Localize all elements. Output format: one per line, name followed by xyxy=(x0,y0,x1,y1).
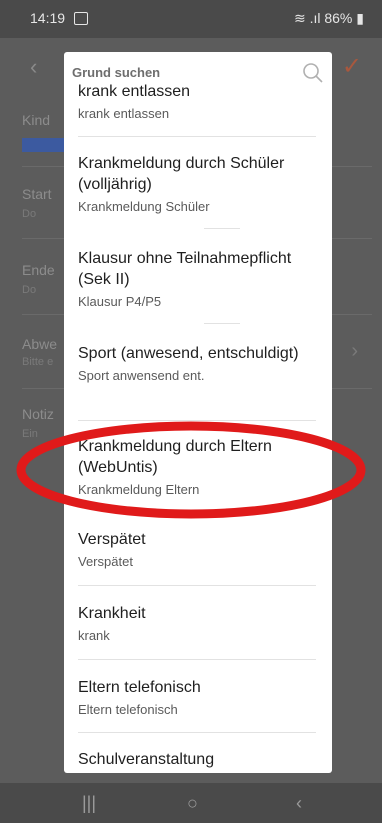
reason-item[interactable]: Eltern telefonisch Eltern telefonisch xyxy=(78,677,316,718)
dialog-search-title: Grund suchen xyxy=(72,65,161,80)
reason-title: Verspätet xyxy=(78,531,146,548)
label-notiz: Notiz xyxy=(22,406,54,422)
reason-item[interactable]: Schulveranstaltung xyxy=(78,749,316,770)
reason-title: Krankmeldung durch Schüler (volljährig) xyxy=(78,155,285,193)
reason-item[interactable]: Klausur ohne Teilnahmepflicht (Sek II) K… xyxy=(78,248,316,310)
system-nav-bar: ||| ○ ‹ xyxy=(0,783,382,823)
status-right: ≋ .ıl 86% ▮ xyxy=(294,10,364,27)
reason-subtitle: Sport anwensend ent. xyxy=(78,368,205,383)
item-divider xyxy=(204,514,240,515)
reason-title: Sport (anwesend, entschuldigt) xyxy=(78,345,299,362)
confirm-check-icon[interactable]: ✓ xyxy=(342,52,362,81)
item-divider xyxy=(78,420,316,421)
item-divider xyxy=(204,228,240,229)
chevron-right-icon: › xyxy=(351,340,358,362)
reason-picker-dialog: Grund suchen krank entlassen krank entla… xyxy=(64,52,332,773)
reason-title: Eltern telefonisch xyxy=(78,679,201,696)
reason-item[interactable]: Krankmeldung durch Schüler (volljährig) … xyxy=(78,153,316,215)
reason-subtitle: krank xyxy=(78,628,110,643)
status-time: 14:19 xyxy=(30,10,66,26)
label-abwesenheit: Abwe xyxy=(22,336,58,352)
reason-item[interactable]: Krankmeldung durch Eltern (WebUntis) Kra… xyxy=(78,436,316,498)
item-divider xyxy=(78,659,316,660)
label-kind: Kind xyxy=(22,112,51,128)
label-start: Start xyxy=(22,186,52,202)
status-bar: 14:19 ≋ .ıl 86% ▮ xyxy=(0,0,382,38)
reason-title: Krankmeldung durch Eltern (WebUntis) xyxy=(78,438,272,476)
reason-title: Klausur ohne Teilnahmepflicht (Sek II) xyxy=(78,250,292,288)
battery-icon: ▮ xyxy=(356,10,364,26)
battery-percent: 86% xyxy=(324,10,353,26)
end-value: Do xyxy=(22,284,37,296)
signal-icon: .ıl xyxy=(309,10,321,26)
home-icon[interactable]: ○ xyxy=(187,793,198,814)
reason-subtitle: krank entlassen xyxy=(78,106,170,121)
back-nav-icon[interactable]: ‹ xyxy=(296,793,302,814)
item-divider xyxy=(78,585,316,586)
item-divider xyxy=(78,136,316,137)
label-ende: Ende xyxy=(22,262,55,278)
reason-placeholder: Bitte e xyxy=(22,356,54,368)
reason-subtitle: Verspätet xyxy=(78,554,133,569)
item-divider xyxy=(204,323,240,324)
reason-item[interactable]: Krankheit krank xyxy=(78,603,316,644)
reason-item[interactable]: Verspätet Verspätet xyxy=(78,529,316,570)
reason-title: krank entlassen xyxy=(78,83,191,100)
reason-title: Schulveranstaltung xyxy=(78,751,215,768)
note-placeholder: Ein xyxy=(22,428,38,440)
reason-subtitle: Klausur P4/P5 xyxy=(78,294,162,309)
reason-subtitle: Krankmeldung Eltern xyxy=(78,482,200,497)
item-divider xyxy=(78,732,316,733)
reason-title: Krankheit xyxy=(78,605,146,622)
child-selector[interactable] xyxy=(22,138,66,152)
reason-subtitle: Eltern telefonisch xyxy=(78,702,178,717)
recent-apps-icon[interactable]: ||| xyxy=(82,793,96,814)
back-arrow-icon[interactable]: ‹ xyxy=(30,54,37,80)
wifi-icon: ≋ xyxy=(293,10,306,26)
reason-item[interactable]: krank entlassen krank entlassen xyxy=(78,81,316,122)
reason-subtitle: Krankmeldung Schüler xyxy=(78,199,210,214)
reason-item[interactable]: Sport (anwesend, entschuldigt) Sport anw… xyxy=(78,343,316,384)
start-value: Do xyxy=(22,208,37,220)
gallery-notification-icon xyxy=(74,12,88,25)
